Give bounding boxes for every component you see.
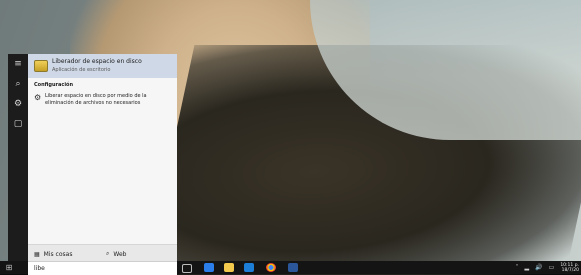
settings-result-text: Liberar espacio en disco por medio de la…	[45, 93, 147, 106]
system-tray: ˄ ▂ 🔊 ▭ 10:11 p. 18/7/20	[516, 261, 579, 274]
windows-icon: ⊞	[5, 263, 13, 272]
show-hidden-icons-icon[interactable]: ˄	[516, 264, 519, 271]
store-icon[interactable]	[244, 263, 254, 272]
scope-web-label: Web	[113, 250, 127, 258]
best-match-subtitle: Aplicación de escritorio	[52, 67, 111, 73]
clock[interactable]: 10:11 p. 18/7/20	[560, 263, 579, 273]
best-match-result[interactable]: Liberador de espacio en disco Aplicación…	[28, 54, 177, 78]
best-match-title: Liberador de espacio en disco	[52, 58, 142, 65]
start-button[interactable]: ⊞	[0, 261, 18, 274]
settings-result[interactable]: ⚙ Liberar espacio en disco por medio de …	[34, 93, 172, 113]
edge-icon[interactable]	[204, 263, 214, 272]
scope-my-stuff-button[interactable]: ▦ Mis cosas	[34, 249, 72, 259]
taskbar-search-box[interactable]	[28, 261, 177, 275]
chrome-icon[interactable]	[266, 263, 276, 272]
scope-web-button[interactable]: ⌕ Web	[106, 249, 126, 259]
section-title: Configuración	[34, 82, 74, 88]
start-left-rail: ≡ ⌕ ⚙ ▢	[8, 54, 28, 261]
gear-icon: ⚙	[34, 93, 42, 102]
network-icon[interactable]: ▂	[525, 264, 530, 271]
my-stuff-icon: ▦	[34, 250, 40, 258]
search-icon[interactable]: ⌕	[8, 74, 28, 94]
search-input[interactable]	[34, 264, 164, 273]
file-explorer-icon[interactable]	[224, 263, 234, 272]
feedback-icon[interactable]: ▢	[8, 114, 28, 134]
scope-my-stuff-label: Mis cosas	[43, 250, 73, 258]
clock-date: 18/7/20	[561, 267, 579, 273]
disk-cleanup-icon	[34, 60, 48, 72]
clock-time: 10:11 p.	[560, 262, 579, 268]
taskbar: ⊞ ˄ ▂ 🔊 ▭ 10:11 p. 18/7/20	[0, 261, 581, 275]
search-scope-bar: ▦ Mis cosas ⌕ Web	[28, 244, 177, 262]
web-search-icon: ⌕	[106, 250, 110, 257]
settings-icon[interactable]: ⚙	[8, 94, 28, 114]
hamburger-icon[interactable]: ≡	[8, 54, 28, 74]
search-results-panel: Liberador de espacio en disco Aplicación…	[28, 54, 177, 262]
word-icon[interactable]	[288, 263, 298, 272]
keyboard-icon[interactable]: ▭	[549, 264, 555, 271]
volume-icon[interactable]: 🔊	[535, 264, 542, 271]
task-view-icon[interactable]	[182, 264, 192, 273]
